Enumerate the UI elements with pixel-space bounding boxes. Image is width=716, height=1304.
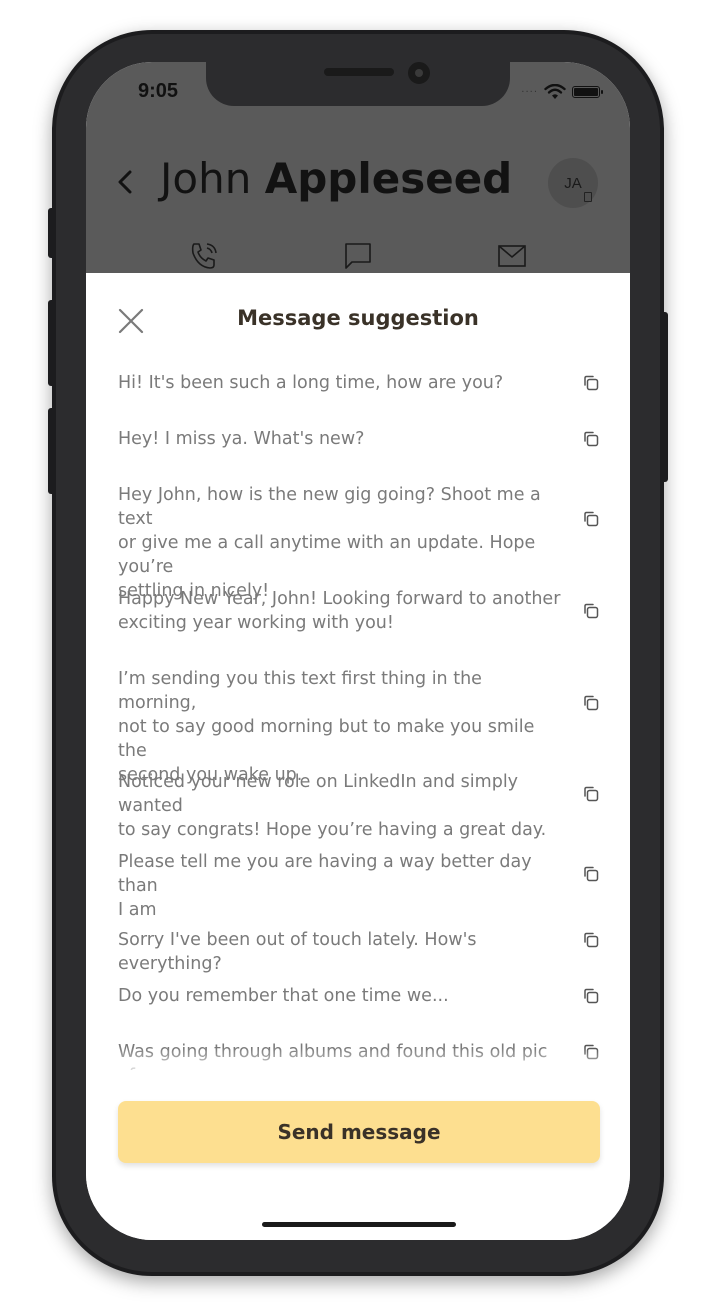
suggestion-line: Sorry I've been out of touch lately. How…: [118, 930, 477, 974]
silent-switch: [48, 208, 56, 258]
suggestion-line: not to say good morning but to make you …: [118, 717, 535, 761]
suggestion-line: Please tell me you are having a way bett…: [118, 852, 532, 896]
suggestion-text: Happy New Year, John! Looking forward to…: [118, 587, 564, 635]
back-icon[interactable]: [114, 164, 136, 200]
suggestion-text: Hi! It's been such a long time, how are …: [118, 371, 564, 395]
suggestion-text: Do you remember that one time we...: [118, 984, 564, 1008]
send-message-button[interactable]: Send message: [118, 1101, 600, 1163]
copy-icon[interactable]: [582, 602, 600, 620]
suggestion-line: Hey! I miss ya. What's new?: [118, 429, 365, 449]
suggestion-line: exciting year working with you!: [118, 613, 394, 633]
mail-icon[interactable]: [496, 240, 528, 272]
phone-call-icon[interactable]: [188, 240, 220, 272]
suggestion-text: Please tell me you are having a way bett…: [118, 850, 564, 922]
copy-icon[interactable]: [582, 785, 600, 803]
copy-icon[interactable]: [582, 694, 600, 712]
contact-name: John Appleseed: [160, 154, 512, 203]
speaker: [324, 68, 394, 76]
suggestion-text: Noticed your new role on LinkedIn and si…: [118, 770, 564, 842]
suggestion-line: Hi! It's been such a long time, how are …: [118, 373, 504, 393]
suggestion-line: Do you remember that one time we...: [118, 986, 449, 1006]
suggestion-line: I’m sending you this text first thing in…: [118, 669, 482, 713]
suggestion-text: Sorry I've been out of touch lately. How…: [118, 928, 564, 976]
suggestion-line: I am: [118, 900, 157, 920]
suggestion-line: Happy New Year, John! Looking forward to…: [118, 589, 561, 609]
copy-icon[interactable]: [582, 865, 600, 883]
home-indicator[interactable]: [262, 1222, 456, 1227]
suggestion-list[interactable]: Hi! It's been such a long time, how are …: [86, 357, 630, 1070]
volume-up-button: [48, 300, 56, 386]
contact-last-name: Appleseed: [264, 154, 513, 203]
copy-icon[interactable]: [582, 510, 600, 528]
copy-icon[interactable]: [582, 430, 600, 448]
power-button: [660, 312, 668, 482]
suggestion-text: Hey John, how is the new gig going? Shoo…: [118, 483, 564, 603]
contact-first-name: John: [160, 154, 252, 203]
chat-icon[interactable]: [342, 240, 374, 272]
suggestion-line: Noticed your new role on LinkedIn and si…: [118, 772, 519, 816]
suggestion-text: I’m sending you this text first thing in…: [118, 667, 564, 787]
contact-header: 9:05 ···· John Appleseed JA: [86, 62, 630, 274]
camera: [406, 62, 432, 86]
status-icons: ····: [521, 82, 603, 102]
battery-icon: [572, 86, 603, 98]
phone-screen: 9:05 ···· John Appleseed JA Message sugg…: [86, 62, 630, 1240]
suggestion-line: Hey John, how is the new gig going? Shoo…: [118, 485, 541, 529]
message-suggestion-sheet: Message suggestion Hi! It's been such a …: [86, 273, 630, 1240]
device-badge-icon: [584, 192, 592, 202]
status-time: 9:05: [138, 80, 179, 102]
suggestion-line: or give me a call anytime with an update…: [118, 533, 536, 577]
copy-icon[interactable]: [582, 374, 600, 392]
sheet-title: Message suggestion: [237, 306, 479, 330]
volume-down-button: [48, 408, 56, 494]
signal-icon: ····: [521, 86, 538, 98]
list-fade: [86, 1048, 630, 1078]
suggestion-line: to say congrats! Hope you’re having a gr…: [118, 820, 547, 840]
wifi-icon: [544, 84, 566, 99]
suggestion-text: Hey! I miss ya. What's new?: [118, 427, 564, 451]
copy-icon[interactable]: [582, 931, 600, 949]
copy-icon[interactable]: [582, 987, 600, 1005]
notch: [206, 62, 510, 106]
